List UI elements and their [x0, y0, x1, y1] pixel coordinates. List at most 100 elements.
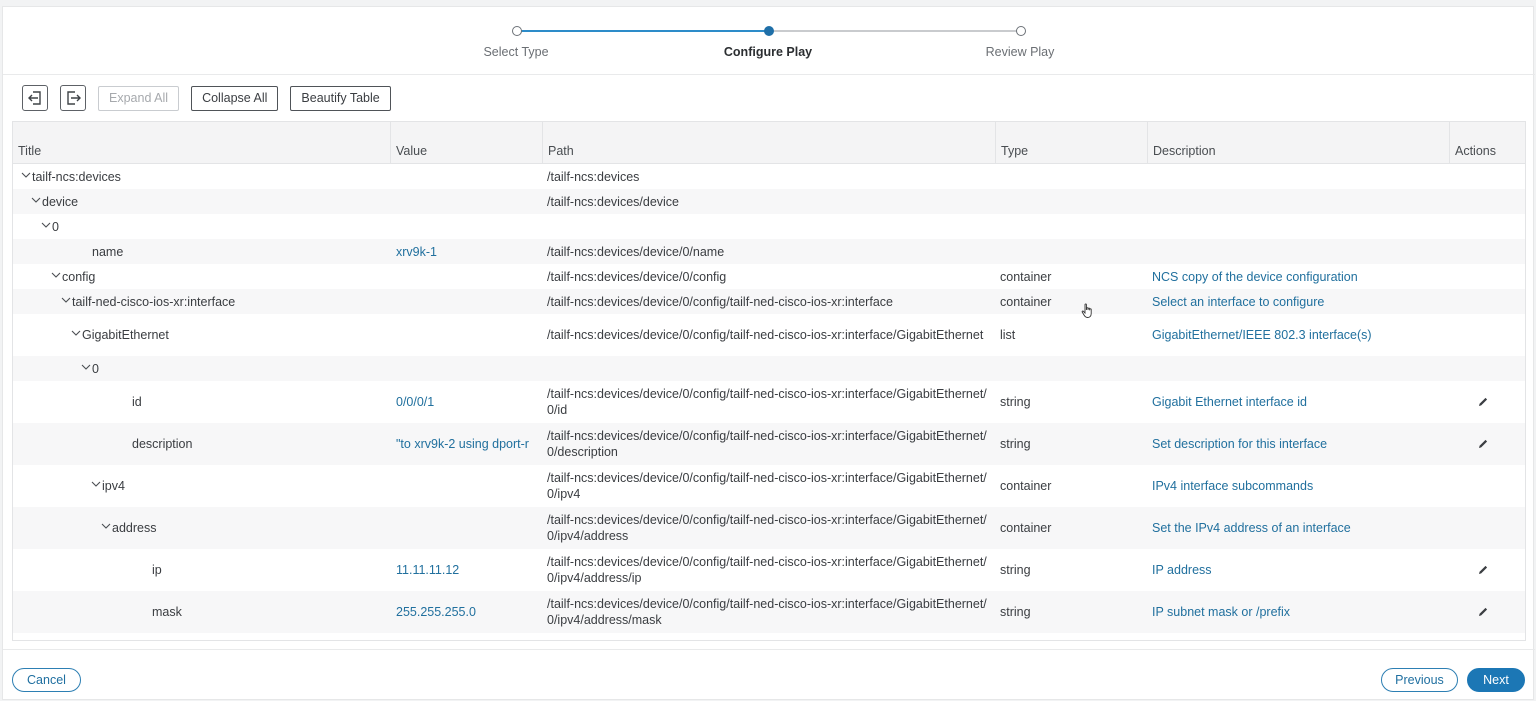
table-row[interactable]: GigabitEthernet/tailf-ncs:devices/device… [13, 314, 1525, 356]
row-title-text: config [62, 269, 96, 284]
cell-title: address [13, 507, 391, 549]
cell-title: ipv4 [13, 465, 391, 507]
cell-type: string [1000, 563, 1031, 577]
import-icon [28, 91, 41, 105]
step-label-select-type[interactable]: Select Type [426, 45, 606, 59]
table-row[interactable]: ip 11.11.11.12/tailf-ncs:devices/device/0… [13, 549, 1525, 591]
cell-value [396, 289, 541, 314]
row-title-text: 0 [52, 219, 59, 234]
cell-value [396, 507, 541, 549]
cell-value [396, 314, 541, 356]
chevron-down-icon[interactable] [21, 170, 31, 180]
cell-description [1152, 356, 1442, 381]
row-title-text: device [42, 194, 79, 209]
beautify-table-button[interactable]: Beautify Table [290, 85, 391, 111]
next-button[interactable]: Next [1467, 668, 1525, 692]
cell-description: IPv4 interface subcommands [1152, 479, 1314, 493]
table-row[interactable]: device/tailf-ncs:devices/device [13, 189, 1525, 214]
table-header: Title Value Path Type Description Action… [13, 122, 1525, 164]
cell-path: /tailf-ncs:devices/device/0/config/tailf… [547, 471, 987, 501]
collapse-all-button[interactable]: Collapse All [191, 85, 279, 111]
column-header-type[interactable]: Type [996, 122, 1148, 164]
table-row[interactable]: 0 [13, 356, 1525, 381]
cell-type [1000, 189, 1140, 214]
cell-actions [1453, 164, 1513, 189]
cell-actions [1453, 314, 1513, 356]
edit-pencil-icon[interactable] [1477, 396, 1489, 408]
cell-value[interactable]: "to xrv9k-2 using dport-r [396, 423, 541, 465]
cell-value[interactable]: 11.11.11.12 [396, 549, 541, 591]
cell-path: /tailf-ncs:devices/device/0/config/tailf… [547, 513, 987, 543]
table-row[interactable]: ipv4/tailf-ncs:devices/device/0/config/t… [13, 465, 1525, 507]
cell-path: /tailf-ncs:devices/device/0/name [547, 244, 725, 259]
export-button[interactable] [60, 85, 86, 111]
cell-path [547, 356, 993, 381]
table-row[interactable]: description "to xrv9k-2 using dport-r/tai… [13, 423, 1525, 465]
cell-title: config [13, 264, 391, 289]
cell-value[interactable]: 255.255.255.0 [396, 591, 541, 633]
edit-pencil-icon[interactable] [1477, 564, 1489, 576]
cell-path [547, 214, 993, 239]
edit-pencil-icon[interactable] [1477, 438, 1489, 450]
stepper-pending-line [773, 30, 1019, 32]
cell-type: container [1000, 521, 1052, 535]
row-title-text: id [132, 395, 142, 409]
chevron-down-icon[interactable] [51, 270, 61, 280]
chevron-down-icon[interactable] [71, 328, 81, 338]
cell-path: /tailf-ncs:devices/device/0/config/tailf… [547, 294, 893, 309]
step-dot-configure-play[interactable] [764, 26, 774, 36]
cell-type: string [1000, 437, 1031, 451]
cancel-button[interactable]: Cancel [12, 668, 81, 692]
expand-all-button[interactable]: Expand All [98, 85, 180, 111]
cell-type [1000, 239, 1140, 264]
cell-actions [1453, 189, 1513, 214]
step-label-configure-play: Configure Play [723, 45, 813, 59]
cell-actions [1453, 549, 1513, 591]
cell-path: /tailf-ncs:devices/device/0/config/tailf… [547, 328, 984, 342]
cell-path: /tailf-ncs:devices/device/0/config/tailf… [547, 387, 987, 417]
step-dot-select-type[interactable] [512, 26, 522, 36]
chevron-down-icon[interactable] [41, 220, 51, 230]
cell-value [396, 214, 541, 239]
column-header-value[interactable]: Value [391, 122, 543, 164]
chevron-down-icon[interactable] [91, 479, 101, 489]
cell-value [396, 264, 541, 289]
table-row[interactable]: tailf-ncs:devices/tailf-ncs:devices [13, 164, 1525, 189]
previous-button[interactable]: Previous [1381, 668, 1458, 692]
cell-actions [1453, 214, 1513, 239]
table-row[interactable]: mask 255.255.255.0/tailf-ncs:devices/devi… [13, 591, 1525, 633]
cell-type [1000, 214, 1140, 239]
cell-description: IP subnet mask or /prefix [1152, 605, 1291, 619]
cell-description: IP address [1152, 563, 1212, 577]
edit-pencil-icon[interactable] [1477, 606, 1489, 618]
table-row[interactable]: name xrv9k-1/tailf-ncs:devices/device/0/n… [13, 239, 1525, 264]
cell-title: description [13, 423, 391, 465]
chevron-down-icon[interactable] [61, 295, 71, 305]
cell-title: name [13, 239, 391, 264]
chevron-down-icon[interactable] [81, 362, 91, 372]
table-row[interactable]: 0 [13, 214, 1525, 239]
cell-title: 0 [13, 356, 391, 381]
column-header-path[interactable]: Path [543, 122, 996, 164]
cell-value[interactable]: 0/0/0/1 [396, 381, 541, 423]
column-header-description[interactable]: Description [1148, 122, 1450, 164]
chevron-down-icon[interactable] [31, 195, 41, 205]
column-header-actions: Actions [1455, 144, 1496, 158]
table-row[interactable]: address/tailf-ncs:devices/device/0/confi… [13, 507, 1525, 549]
cell-title: 0 [13, 214, 391, 239]
cell-value [396, 164, 541, 189]
table-row[interactable]: config/tailf-ncs:devices/device/0/config… [13, 264, 1525, 289]
chevron-down-icon[interactable] [101, 521, 111, 531]
table-row[interactable]: tailf-ned-cisco-ios-xr:interface/tailf-n… [13, 289, 1525, 314]
table-row[interactable]: id 0/0/0/1/tailf-ncs:devices/device/0/con… [13, 381, 1525, 423]
cell-actions [1453, 423, 1513, 465]
cell-actions [1453, 239, 1513, 264]
cell-path: /tailf-ncs:devices/device/0/config/tailf… [547, 429, 987, 459]
import-button[interactable] [22, 85, 48, 111]
row-title-text: description [132, 437, 193, 451]
column-header-title[interactable]: Title [13, 122, 391, 164]
cell-value[interactable]: xrv9k-1 [396, 239, 541, 264]
step-label-review-play[interactable]: Review Play [930, 45, 1110, 59]
row-title-text: address [112, 521, 157, 535]
step-dot-review-play[interactable] [1016, 26, 1026, 36]
